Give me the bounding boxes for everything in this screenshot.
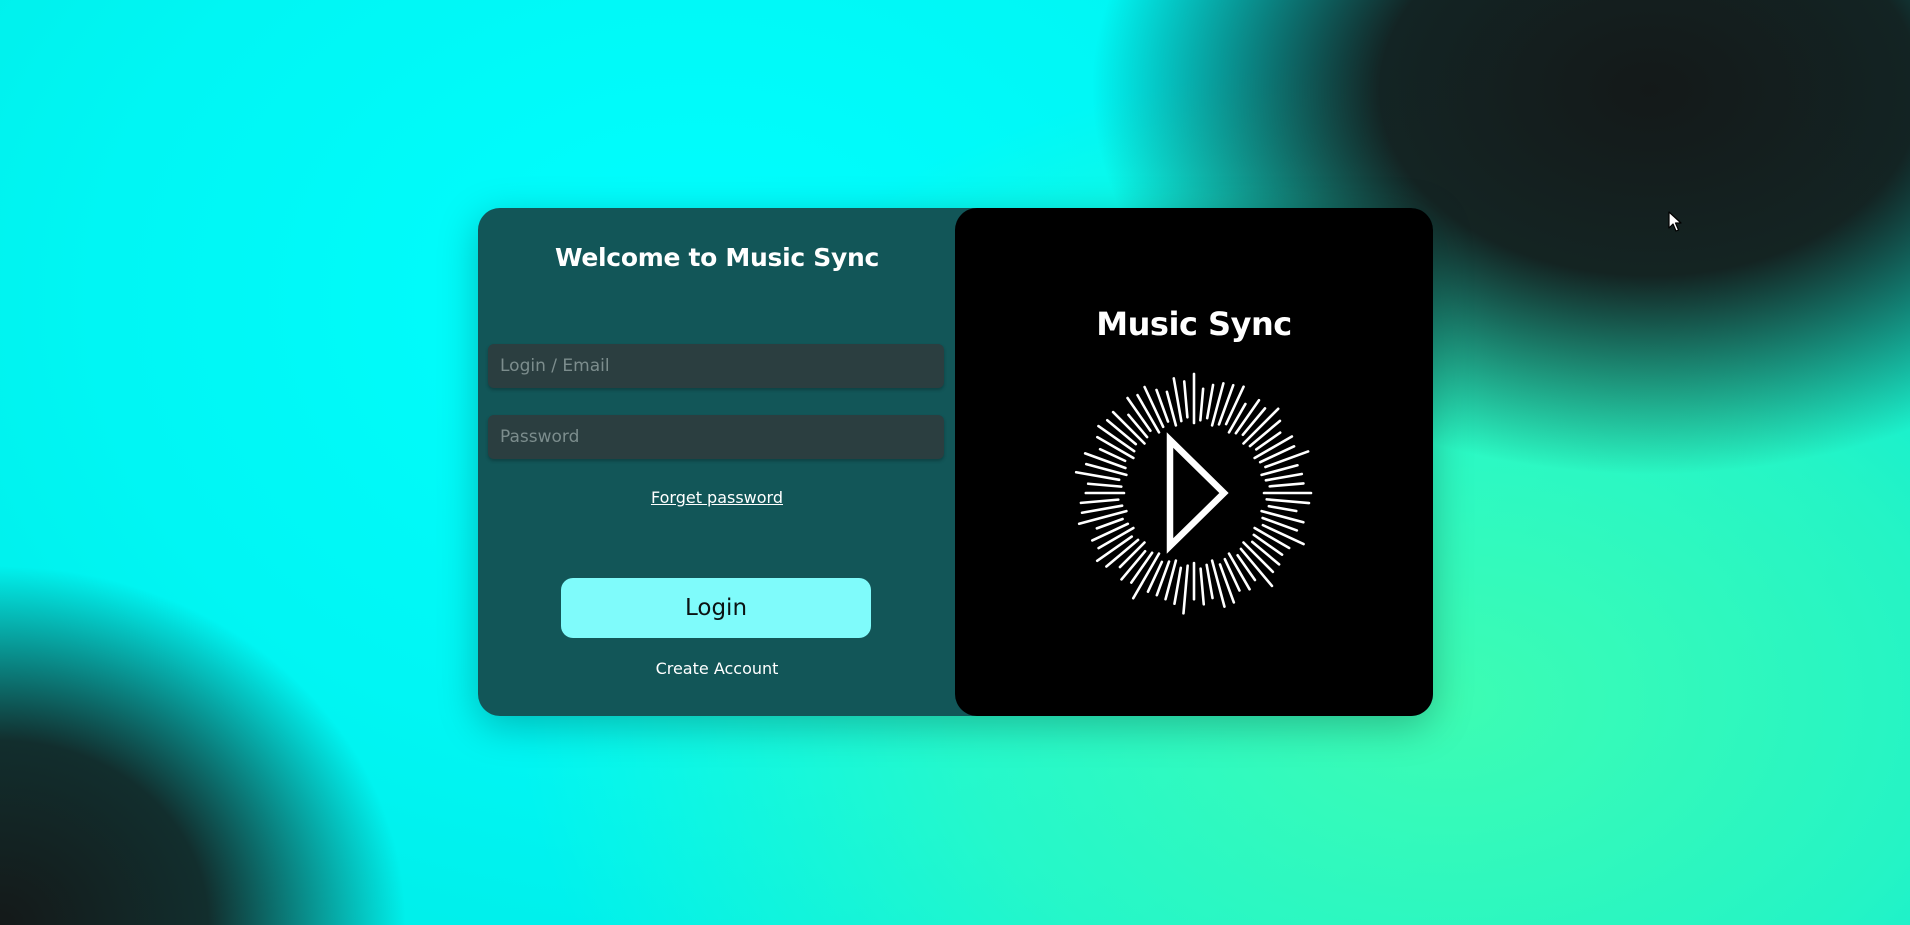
- welcome-title: Welcome to Music Sync: [554, 243, 879, 272]
- logo-ray: [1227, 402, 1247, 434]
- logo-ray: [1086, 482, 1123, 488]
- logo-ray: [1250, 540, 1281, 566]
- logo-ray: [1182, 380, 1189, 419]
- mouse-cursor-icon: [1668, 211, 1682, 232]
- logo-ray: [1261, 523, 1305, 546]
- login-panel: Welcome to Music Sync Forget password Lo…: [478, 208, 956, 716]
- logo-ray: [1264, 450, 1310, 469]
- logo-ray: [1199, 567, 1206, 606]
- forget-password-link[interactable]: Forget password: [478, 488, 956, 507]
- logo-ray: [1172, 377, 1183, 423]
- play-burst-icon: [1074, 372, 1313, 615]
- logo-ray: [1210, 559, 1226, 608]
- login-card: Welcome to Music Sync Forget password Lo…: [478, 208, 1433, 716]
- logo-ray: [1205, 563, 1214, 600]
- password-input[interactable]: [488, 415, 944, 459]
- logo-ray: [1268, 482, 1305, 488]
- logo-ray: [1080, 504, 1124, 515]
- logo-ray: [1199, 387, 1205, 422]
- logo-ray: [1267, 504, 1298, 513]
- login-page: Welcome to Music Sync Forget password Lo…: [0, 0, 1910, 925]
- login-email-input[interactable]: [488, 344, 944, 388]
- logo-ray: [1264, 472, 1304, 482]
- logo-ray: [1236, 553, 1257, 582]
- logo-ray: [1205, 383, 1215, 420]
- logo-ray: [1127, 413, 1149, 439]
- logo-ray: [1241, 407, 1267, 437]
- logo-ray: [1254, 431, 1282, 451]
- logo-ray: [1143, 385, 1165, 429]
- login-button[interactable]: Login: [561, 578, 871, 638]
- logo-ray: [1074, 470, 1121, 482]
- logo-ray: [1252, 533, 1284, 556]
- logo-ray: [1265, 498, 1311, 505]
- logo-ray: [1224, 385, 1245, 426]
- brand-title: Music Sync: [1096, 305, 1292, 343]
- logo-ray: [1079, 498, 1120, 505]
- logo-ray: [1173, 566, 1183, 606]
- logo-ray: [1182, 564, 1189, 615]
- logo-ray: [1090, 522, 1130, 542]
- create-account-link[interactable]: Create Account: [478, 659, 956, 678]
- brand-panel: Music Sync: [955, 208, 1433, 716]
